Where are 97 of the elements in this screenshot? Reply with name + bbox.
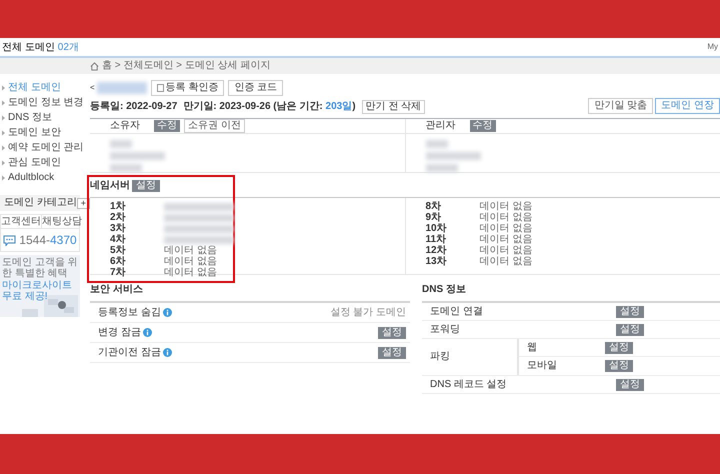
contact-button[interactable]: 수정: [470, 120, 496, 132]
domain-count: 02개: [58, 40, 79, 54]
settings-button[interactable]: 설정: [378, 346, 406, 358]
security-label: 기관이전 잠금: [98, 348, 161, 358]
nameserver-value: 데이터 없음: [480, 246, 532, 256]
chevron-icon: [1, 160, 6, 166]
renewal-button[interactable]: 만기일 맞춤: [588, 98, 654, 114]
nameserver-label: 7차: [110, 268, 127, 278]
support-tab[interactable]: 채팅상담: [42, 215, 82, 228]
phone-number: 1544-4370: [19, 232, 77, 249]
blurred-text: [164, 236, 234, 244]
settings-button[interactable]: 설정: [605, 360, 633, 372]
blurred-text: [96, 82, 147, 94]
blurred-text: [164, 202, 234, 210]
banner-caption: 도메인 고객을 위한 특별한 혜택: [2, 257, 78, 279]
info-icon: [162, 308, 172, 317]
back-button[interactable]: <: [90, 82, 95, 94]
promo-banner[interactable]: 도메인 고객을 위한 특별한 혜택 마이크로사이트 무료 제공!: [0, 255, 80, 317]
sidebar-item[interactable]: 도메인 보안: [8, 128, 61, 138]
settings-button[interactable]: 설정: [616, 324, 644, 336]
registration-date: 등록일: 2022-09-27: [90, 102, 178, 112]
security-label: 등록정보 숨김: [98, 308, 161, 318]
sidebar-item[interactable]: Adultblock: [8, 172, 54, 182]
page-title: 전체 도메인: [2, 40, 55, 54]
nameserver-value: 데이터 없음: [480, 234, 532, 244]
domain-action-button[interactable]: 인증 코드: [228, 80, 284, 96]
settings-button[interactable]: 설정: [616, 306, 644, 318]
blurred-text: [110, 164, 142, 172]
expiry-date: 만기일: 2023-09-26 (남은 기간: 203일): [183, 102, 356, 112]
nameserver-label: 13차: [426, 256, 448, 266]
blurred-text: [426, 164, 458, 172]
settings-button[interactable]: 설정: [605, 342, 633, 354]
sidebar-item[interactable]: 예약 도메인 관리: [8, 142, 84, 152]
settings-button[interactable]: 설정: [132, 180, 160, 192]
chevron-icon: [1, 174, 6, 180]
sidebar-item[interactable]: 관심 도메인: [8, 158, 61, 168]
dns-label: 도메인 연결: [430, 306, 484, 316]
nameserver-label: 1차: [110, 202, 127, 212]
chevron-icon: [1, 84, 6, 90]
nameserver-label: 9차: [426, 212, 442, 222]
home-icon: [90, 62, 99, 70]
blurred-text: [164, 224, 234, 232]
support-tab[interactable]: 고객센터: [1, 215, 42, 228]
blurred-text: [426, 152, 480, 160]
dns-label: 파킹: [430, 352, 450, 362]
breadcrumb: 홈 > 전체도메인 > 도메인 상세 페이지: [102, 61, 270, 71]
blurred-text: [164, 214, 234, 222]
nameserver-value: 데이터 없음: [164, 256, 217, 266]
nameserver-label: 10차: [426, 224, 448, 234]
contact-role: 소유자: [110, 121, 141, 131]
blurred-text: [426, 140, 448, 148]
nameserver-value: 데이터 없음: [480, 212, 532, 222]
blurred-text: [110, 140, 132, 148]
nameserver-label: 6차: [110, 256, 127, 266]
sidebar-item[interactable]: 도메인 정보 변경: [8, 98, 84, 108]
dns-label: DNS 레코드 설정: [430, 380, 508, 390]
unavailable-note: 설정 불가 도메인: [330, 308, 406, 318]
chevron-icon: [1, 100, 6, 106]
contact-role: 관리자: [426, 121, 456, 131]
nameserver-label: 8차: [426, 202, 442, 212]
settings-button[interactable]: 설정: [378, 326, 406, 338]
sidebar-item[interactable]: DNS 정보: [8, 112, 52, 122]
settings-button[interactable]: 설정: [616, 378, 644, 390]
nameserver-label: 5차: [110, 246, 127, 256]
contact-button[interactable]: 수정: [154, 120, 180, 132]
dns-label: 웹: [527, 342, 538, 352]
blurred-text: [110, 152, 165, 160]
document-icon: [156, 84, 164, 92]
info-icon: [162, 348, 172, 357]
chevron-icon: [1, 130, 6, 136]
nameserver-value: 데이터 없음: [480, 224, 532, 234]
section-title: DNS 정보: [422, 285, 467, 295]
section-title: 보안 서비스: [90, 285, 144, 295]
domain-action-button[interactable]: 등록 확인증: [150, 80, 224, 96]
nameserver-value: 데이터 없음: [164, 268, 217, 278]
contact-button[interactable]: 소유권 이전: [184, 119, 245, 133]
info-icon: [142, 328, 152, 337]
renewal-button[interactable]: 도메인 연장: [655, 98, 720, 114]
nameserver-label: 12차: [426, 246, 448, 256]
chevron-icon: [1, 144, 6, 150]
dns-label: 모바일: [527, 361, 558, 371]
banner-headline: 마이크로사이트 무료 제공!: [2, 280, 73, 302]
section-title: 네임서버: [90, 181, 130, 191]
nameserver-value: 데이터 없음: [480, 256, 532, 266]
nameserver-value: 데이터 없음: [164, 246, 217, 256]
nameserver-label: 3차: [110, 224, 127, 234]
nameserver-label: 2차: [110, 212, 127, 222]
nameserver-value: 데이터 없음: [480, 202, 532, 212]
chat-icon: [3, 234, 16, 246]
chevron-icon: [1, 114, 6, 120]
my-link[interactable]: My: [707, 41, 718, 53]
delete-before-expiry-button[interactable]: 만기 전 삭제: [362, 100, 426, 114]
security-label: 변경 잠금: [98, 328, 141, 338]
nameserver-label: 4차: [110, 234, 127, 244]
nameserver-label: 11차: [426, 234, 448, 244]
dns-label: 포워딩: [430, 324, 461, 334]
category-label: 도메인 카테고리: [4, 198, 77, 208]
